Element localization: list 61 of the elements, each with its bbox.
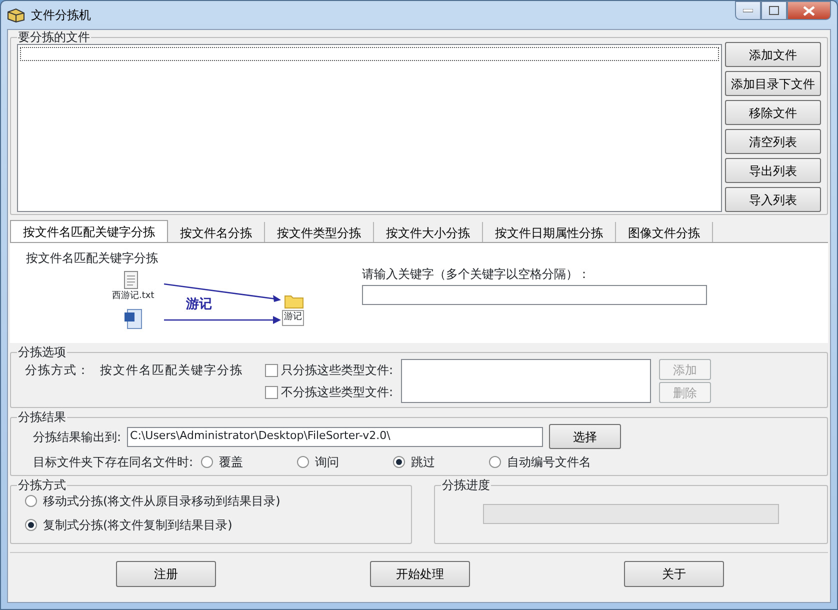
minimize-button[interactable] <box>735 1 761 20</box>
tab[interactable]: 按文件名分拣 <box>168 222 265 242</box>
output-label: 分拣结果输出到: <box>33 428 122 446</box>
keyword-input-field[interactable] <box>362 285 707 305</box>
list-action-button[interactable]: 清空列表 <box>725 129 821 154</box>
group-title: 要分拣的文件 <box>17 30 91 44</box>
group-title: 分拣进度 <box>441 478 491 492</box>
radio-button[interactable] <box>25 519 37 531</box>
keyword-label: 游记 <box>186 296 212 314</box>
list-action-button[interactable]: 添加目录下文件 <box>725 71 821 96</box>
radio-label: 复制式分拣(将文件复制到结果目录) <box>43 517 232 534</box>
radio-button[interactable] <box>489 456 502 468</box>
keyword-prompt: 请输入关键字（多个关键字以空格分隔）： <box>362 266 591 283</box>
list-action-button[interactable]: 添加文件 <box>725 42 821 67</box>
group-title: 分拣方式 <box>17 478 67 492</box>
panel-heading: 按文件名匹配关键字分拣 <box>26 250 159 267</box>
word-document-icon <box>124 309 142 329</box>
tab[interactable]: 图像文件分拣 <box>616 222 713 242</box>
file-list[interactable] <box>17 44 722 212</box>
conflict-label: 目标文件夹下存在同名文件时: <box>33 454 194 471</box>
maximize-icon <box>769 6 779 15</box>
list-action-button[interactable]: 移除文件 <box>725 100 821 125</box>
mode-value: 按文件名匹配关键字分拣 <box>100 362 243 379</box>
app-icon <box>7 7 25 23</box>
group-title: 分拣选项 <box>17 345 67 359</box>
tab[interactable]: 按文件名匹配关键字分拣 <box>10 220 168 242</box>
radio-label: 自动编号文件名 <box>507 454 592 471</box>
tab[interactable]: 按文件大小分拣 <box>374 222 483 242</box>
footer-button[interactable]: 关于 <box>624 561 724 587</box>
list-action-button[interactable]: 导入列表 <box>725 187 821 212</box>
folder-icon <box>284 293 304 309</box>
file-label: 西游记.txt <box>112 290 154 303</box>
checkbox-label: 只分拣这些类型文件: <box>281 362 394 379</box>
tab[interactable]: 按文件日期属性分拣 <box>483 222 616 242</box>
maximize-button[interactable] <box>761 1 787 20</box>
tab[interactable]: 按文件类型分拣 <box>265 222 374 242</box>
radio-button[interactable] <box>25 495 37 507</box>
checkbox[interactable] <box>265 386 278 398</box>
output-path-field[interactable]: C:\Users\Administrator\Desktop\FileSorter-v2.0\ <box>127 426 544 446</box>
close-button[interactable] <box>787 1 831 20</box>
radio-button[interactable] <box>297 456 310 468</box>
radio-label: 覆盖 <box>219 454 244 471</box>
checkbox[interactable] <box>265 364 278 376</box>
browse-button[interactable]: 选择 <box>549 424 622 449</box>
file-types-field[interactable] <box>401 359 652 403</box>
radio-button[interactable] <box>201 456 214 468</box>
mode-label: 分拣方式： <box>25 362 90 379</box>
footer-button[interactable]: 注册 <box>116 561 216 587</box>
footer-button[interactable]: 开始处理 <box>370 561 470 587</box>
minimize-icon <box>743 8 753 12</box>
radio-button[interactable] <box>393 456 406 468</box>
close-icon <box>803 6 815 16</box>
radio-label: 询问 <box>315 454 340 471</box>
folder-label: 游记 <box>282 310 304 326</box>
window-title: 文件分拣机 <box>31 7 91 24</box>
list-action-button[interactable]: 导出列表 <box>725 158 821 183</box>
radio-label: 跳过 <box>411 454 436 471</box>
checkbox-label: 不分拣这些类型文件: <box>281 384 394 401</box>
group-title: 分拣结果 <box>17 410 67 424</box>
text-file-icon <box>124 271 138 289</box>
radio-label: 移动式分拣(将文件从原目录移动到结果目录) <box>43 493 280 510</box>
